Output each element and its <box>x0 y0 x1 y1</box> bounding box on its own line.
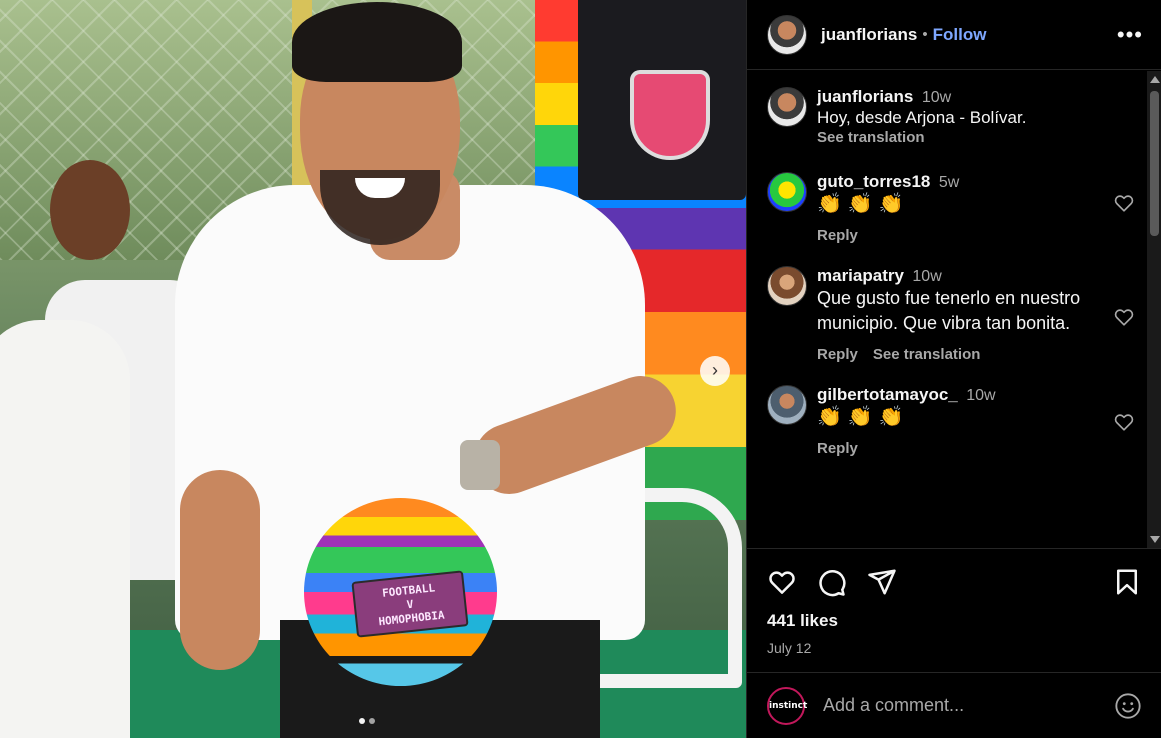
follow-button[interactable]: Follow <box>933 25 987 45</box>
chevron-right-icon: › <box>712 360 718 380</box>
comment-text: 👏👏👏 <box>817 406 910 428</box>
comment-time[interactable]: 10w <box>966 387 995 404</box>
caption: juanflorians 10w Hoy, desde Arjona - Bol… <box>767 87 1127 146</box>
comment-username[interactable]: gilbertotamayoc_ <box>817 385 958 404</box>
likes-count[interactable]: 441 likes <box>767 611 1142 631</box>
scroll-thumb[interactable] <box>1150 91 1159 236</box>
caption-avatar[interactable] <box>767 87 807 127</box>
next-photo-button[interactable]: › <box>700 356 730 386</box>
comment-avatar[interactable] <box>767 385 807 425</box>
send-icon[interactable] <box>867 567 897 597</box>
scroll-down-arrow-icon[interactable] <box>1150 536 1160 543</box>
post-actions-section: 441 likes July 12 <box>747 548 1161 656</box>
see-translation-button[interactable]: See translation <box>873 346 981 363</box>
heart-icon[interactable] <box>1113 411 1135 433</box>
carousel-dot-2 <box>369 718 375 724</box>
comment-item: gilbertotamayoc_ 10w 👏👏👏 Reply <box>767 385 1134 457</box>
comment-avatar[interactable] <box>767 172 807 212</box>
bookmark-icon[interactable] <box>1112 567 1142 597</box>
left-person <box>0 320 130 738</box>
comments-list[interactable]: juanflorians 10w Hoy, desde Arjona - Bol… <box>747 71 1147 548</box>
caption-username[interactable]: juanflorians <box>817 87 913 106</box>
comment-text: Que gusto fue tenerlo en nuestro municip… <box>817 288 1081 333</box>
carousel-dot-1 <box>359 718 365 724</box>
viewer-avatar: instinct <box>767 686 807 725</box>
carousel-dots <box>359 718 375 724</box>
smiley-icon[interactable] <box>1114 692 1142 720</box>
comment-item: mariapatry 10w Que gusto fue tenerlo en … <box>767 266 1134 363</box>
caption-time[interactable]: 10w <box>922 89 951 106</box>
reply-button[interactable]: Reply <box>817 227 858 244</box>
add-comment-bar: instinct <box>747 672 1161 738</box>
comment-username[interactable]: guto_torres18 <box>817 172 930 191</box>
comment-username[interactable]: mariapatry <box>817 266 904 285</box>
ball-label: FOOTBALL V HOMOPHOBIA <box>351 570 469 638</box>
post-header: juanflorians • Follow ••• <box>747 0 1161 70</box>
author-avatar[interactable] <box>767 14 807 55</box>
caption-text: Hoy, desde Arjona - Bolívar. <box>817 108 1027 127</box>
comment-text: 👏👏👏 <box>817 193 910 215</box>
comment-time[interactable]: 10w <box>912 268 941 285</box>
post-date[interactable]: July 12 <box>767 640 1142 656</box>
post-actions <box>767 567 1142 597</box>
rainbow-football: FOOTBALL V HOMOPHOBIA <box>304 498 497 686</box>
scroll-up-arrow-icon[interactable] <box>1150 76 1160 83</box>
comment-item: guto_torres18 5w 👏👏👏 Reply <box>767 172 1134 244</box>
post-photo[interactable]: FOOTBALL V HOMOPHOBIA › <box>0 0 746 738</box>
author-username[interactable]: juanflorians <box>821 25 917 45</box>
comment-icon[interactable] <box>817 567 847 597</box>
more-options-icon[interactable]: ••• <box>1117 23 1143 45</box>
header-separator: • <box>922 26 928 43</box>
comment-avatar[interactable] <box>767 266 807 306</box>
reply-button[interactable]: Reply <box>817 346 858 363</box>
heart-icon[interactable] <box>1113 192 1135 214</box>
reply-button[interactable]: Reply <box>817 440 858 457</box>
comment-time[interactable]: 5w <box>939 174 959 191</box>
comment-input[interactable] <box>823 695 1114 716</box>
caption-see-translation[interactable]: See translation <box>817 129 1093 146</box>
heart-icon[interactable] <box>767 567 797 597</box>
heart-icon[interactable] <box>1113 306 1135 328</box>
post-side-panel: juanflorians • Follow ••• juanflorians 1… <box>746 0 1161 738</box>
comments-scrollbar[interactable] <box>1147 71 1161 548</box>
